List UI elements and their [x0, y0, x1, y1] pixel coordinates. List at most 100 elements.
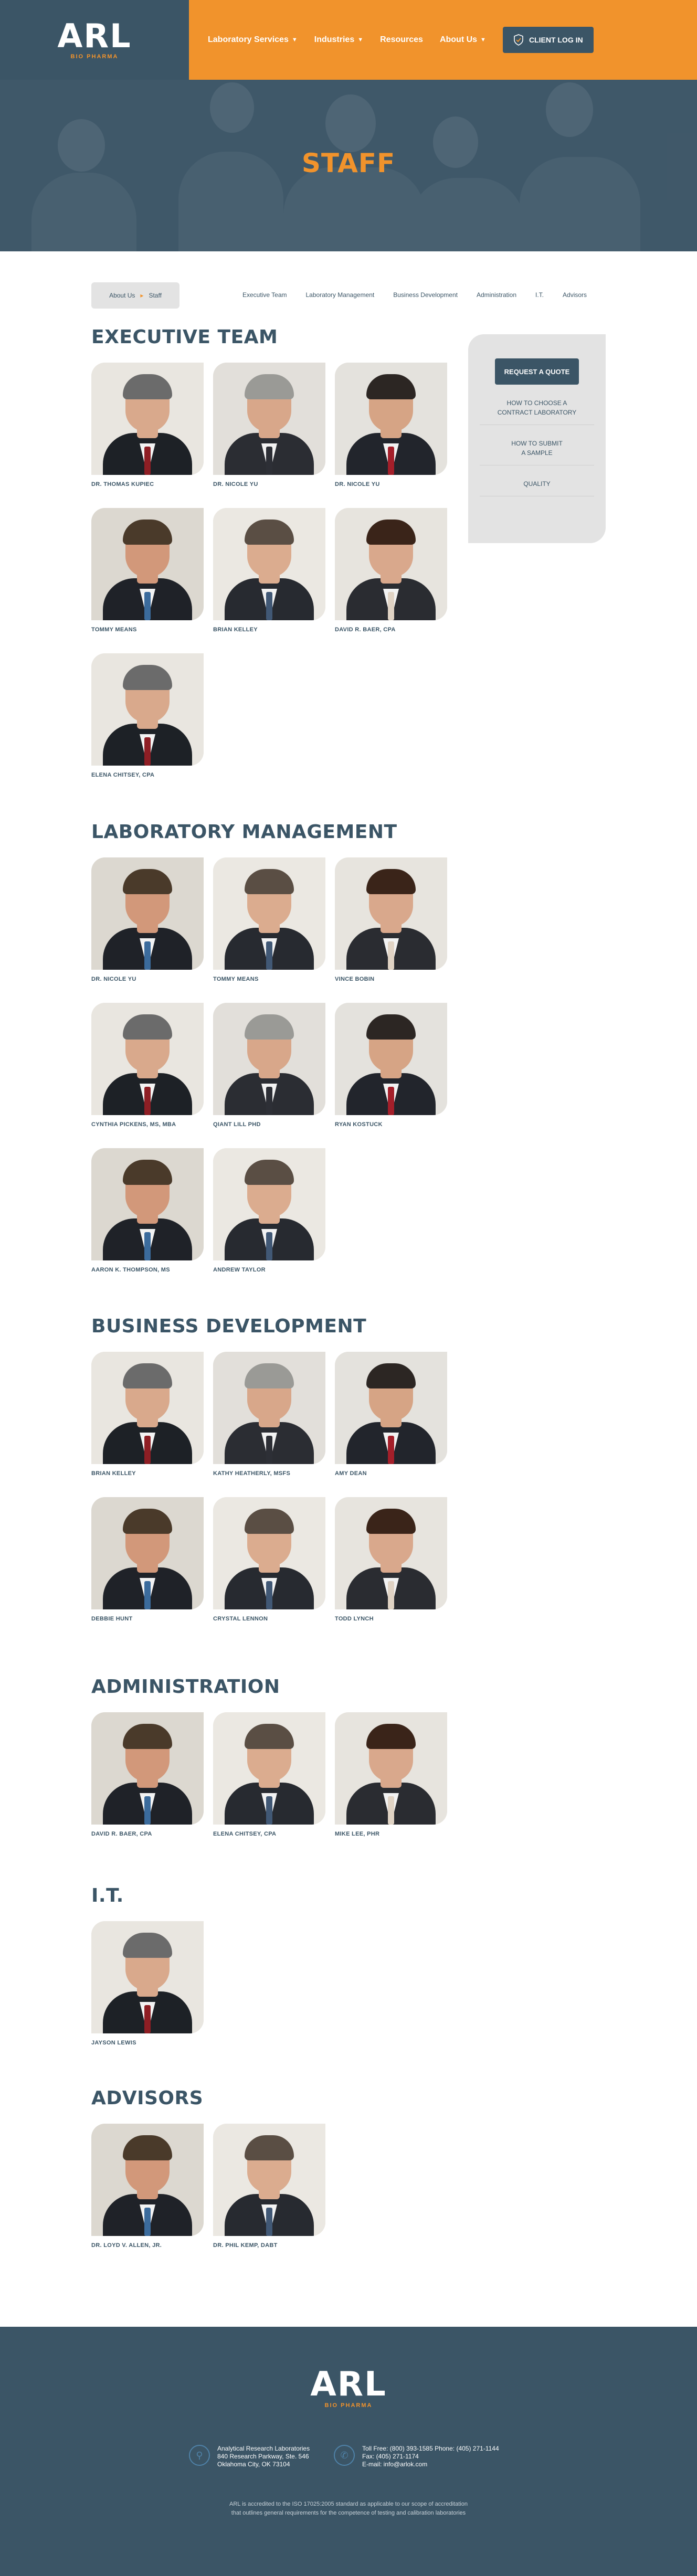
staff-name: AMY DEAN	[335, 1470, 367, 1477]
accreditation-line: that outlines general requirements for t…	[231, 2510, 466, 2516]
staff-card[interactable]: ELENA CHITSEY, CPA	[213, 1712, 325, 1837]
link-quality[interactable]: QUALITY	[480, 479, 594, 496]
staff-card[interactable]: DEBBIE HUNT	[91, 1497, 204, 1622]
breadcrumb-current: Staff	[149, 292, 162, 299]
breadcrumb-home[interactable]: About Us	[109, 292, 135, 299]
staff-photo	[335, 363, 447, 475]
link-submit-sample[interactable]: HOW TO SUBMIT A SAMPLE	[480, 439, 594, 465]
staff-photo	[91, 857, 204, 970]
anchor-executive-team[interactable]: Executive Team	[242, 291, 287, 299]
staff-name: TOMMY MEANS	[91, 627, 137, 633]
section-title: ADMINISTRATION	[91, 1676, 280, 1698]
staff-card[interactable]: DR. NICOLE YU	[213, 363, 325, 487]
staff-photo	[335, 1497, 447, 1609]
staff-photo	[91, 508, 204, 620]
staff-name: BRIAN KELLEY	[91, 1470, 136, 1477]
nav-label: About Us	[439, 35, 478, 44]
staff-card[interactable]: DR. NICOLE YU	[335, 363, 447, 487]
anchor-it[interactable]: I.T.	[535, 291, 544, 299]
staff-photo	[213, 1497, 325, 1609]
staff-name: RYAN KOSTUCK	[335, 1121, 383, 1128]
footer-logo-wordmark: ARL	[310, 2365, 387, 2404]
nav-about-us[interactable]: About Us ▼	[440, 35, 486, 45]
request-quote-button[interactable]: REQUEST A QUOTE	[495, 358, 579, 385]
staff-name: MIKE LEE, PHR	[335, 1831, 380, 1837]
staff-name: CRYSTAL LENNON	[213, 1616, 268, 1622]
staff-card[interactable]: RYAN KOSTUCK	[335, 1003, 447, 1128]
staff-name: KATHY HEATHERLY, MSFS	[213, 1470, 291, 1477]
staff-name: DR. THOMAS KUPIEC	[91, 481, 154, 487]
nav-laboratory-services[interactable]: Laboratory Services ▼	[208, 35, 298, 45]
staff-name: BRIAN KELLEY	[213, 627, 258, 633]
site-logo[interactable]: ARL BIO PHARMA	[0, 0, 189, 80]
staff-card[interactable]: AMY DEAN	[335, 1352, 447, 1477]
hero-banner: STAFF	[0, 80, 697, 251]
logo-subtitle: BIO PHARMA	[70, 54, 119, 60]
phone-line[interactable]: Toll Free: (800) 393-1585 Phone: (405) 2…	[362, 2445, 499, 2453]
staff-card[interactable]: DAVID R. BAER, CPA	[91, 1712, 204, 1837]
staff-name: TOMMY MEANS	[213, 976, 259, 982]
phone-icon: ✆	[334, 2445, 355, 2466]
section-anchor-nav: Executive Team Laboratory Management Bus…	[242, 291, 587, 299]
staff-card[interactable]: ANDREW TAYLOR	[213, 1148, 325, 1273]
anchor-business-development[interactable]: Business Development	[393, 291, 458, 299]
staff-card[interactable]: TOMMY MEANS	[91, 508, 204, 633]
staff-photo	[91, 1921, 204, 2033]
staff-photo	[91, 363, 204, 475]
staff-card[interactable]: AARON K. THOMPSON, MS	[91, 1148, 204, 1273]
staff-card[interactable]: DR. PHIL KEMP, DABT	[213, 2124, 325, 2249]
staff-name: ANDREW TAYLOR	[213, 1267, 266, 1273]
staff-card[interactable]: VINCE BOBIN	[335, 857, 447, 982]
email-line[interactable]: E-mail: info@arlok.com	[362, 2461, 499, 2468]
map-pin-icon: ⚲	[189, 2445, 210, 2466]
staff-name: VINCE BOBIN	[335, 976, 375, 982]
staff-card[interactable]: TODD LYNCH	[335, 1497, 447, 1622]
staff-name: DR. NICOLE YU	[91, 976, 136, 982]
staff-photo	[213, 1352, 325, 1464]
staff-name: ELENA CHITSEY, CPA	[213, 1831, 277, 1837]
staff-card[interactable]: BRIAN KELLEY	[91, 1352, 204, 1477]
client-login-button[interactable]: CLIENT LOG IN	[502, 27, 594, 53]
address-line: 840 Research Parkway, Ste. 546	[217, 2453, 309, 2460]
link-choose-contract-lab[interactable]: HOW TO CHOOSE A CONTRACT LABORATORY	[480, 398, 594, 425]
staff-card[interactable]: DR. THOMAS KUPIEC	[91, 363, 204, 487]
nav-label: Industries	[314, 35, 355, 44]
site-footer: ARL BIO PHARMA ⚲ Analytical Research Lab…	[0, 2327, 697, 2576]
anchor-laboratory-management[interactable]: Laboratory Management	[306, 291, 375, 299]
staff-name: DR. NICOLE YU	[335, 481, 380, 487]
footer-logo[interactable]: ARL BIO PHARMA	[0, 2368, 697, 2409]
staff-card[interactable]: ELENA CHITSEY, CPA	[91, 653, 204, 778]
staff-photo	[335, 1352, 447, 1464]
staff-card[interactable]: MIKE LEE, PHR	[335, 1712, 447, 1837]
staff-photo	[335, 508, 447, 620]
anchor-administration[interactable]: Administration	[477, 291, 516, 299]
nav-resources[interactable]: Resources	[380, 35, 423, 45]
section-title: ADVISORS	[91, 2087, 204, 2109]
section-title: EXECUTIVE TEAM	[91, 326, 278, 348]
staff-card[interactable]: DR. LOYD V. ALLEN, JR.	[91, 2124, 204, 2249]
section-title: BUSINESS DEVELOPMENT	[91, 1316, 367, 1337]
staff-card[interactable]: DAVID R. BAER, CPA	[335, 508, 447, 633]
staff-card[interactable]: QIANT LILL PHD	[213, 1003, 325, 1128]
nav-industries[interactable]: Industries ▼	[314, 35, 363, 45]
chevron-down-icon: ▼	[480, 37, 486, 43]
staff-name: DR. NICOLE YU	[213, 481, 258, 487]
section-title: I.T.	[91, 1885, 124, 1906]
staff-photo	[91, 2124, 204, 2236]
staff-card[interactable]: KATHY HEATHERLY, MSFS	[213, 1352, 325, 1477]
staff-photo	[213, 857, 325, 970]
staff-photo	[335, 1003, 447, 1115]
staff-card[interactable]: TOMMY MEANS	[213, 857, 325, 982]
staff-card[interactable]: DR. NICOLE YU	[91, 857, 204, 982]
staff-card[interactable]: CYNTHIA PICKENS, MS, MBA	[91, 1003, 204, 1128]
address-line: Oklahoma City, OK 73104	[217, 2461, 290, 2468]
accreditation-note: ARL is accredited to the ISO 17025:2005 …	[0, 2500, 697, 2518]
staff-card[interactable]: BRIAN KELLEY	[213, 508, 325, 633]
staff-card[interactable]: JAYSON LEWIS	[91, 1921, 204, 2046]
footer-contact: ✆ Toll Free: (800) 393-1585 Phone: (405)…	[334, 2445, 499, 2468]
staff-photo	[91, 1352, 204, 1464]
staff-card[interactable]: CRYSTAL LENNON	[213, 1497, 325, 1622]
site-header: ARL BIO PHARMA Laboratory Services ▼ Indu…	[0, 0, 697, 80]
anchor-advisors[interactable]: Advisors	[563, 291, 587, 299]
staff-photo	[213, 1003, 325, 1115]
